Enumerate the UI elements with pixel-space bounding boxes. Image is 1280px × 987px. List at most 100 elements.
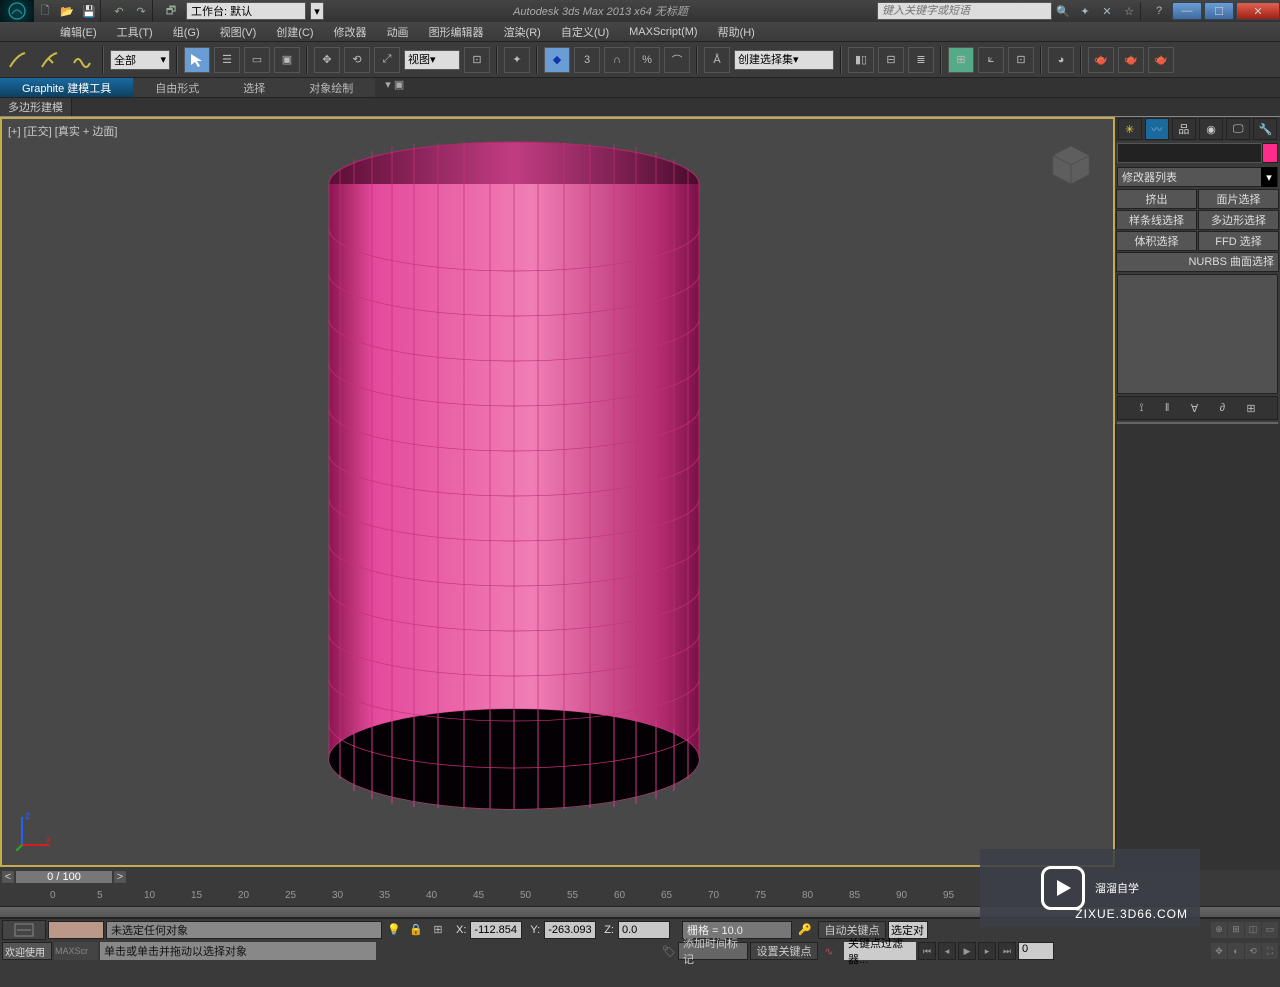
ribbon-tab-paint[interactable]: 对象绘制 — [287, 78, 375, 97]
render-production-icon[interactable]: 🫖 — [1148, 47, 1174, 73]
btn-volume-select[interactable]: 体积选择 — [1116, 231, 1197, 251]
frame-spinner[interactable]: 0 — [1018, 942, 1054, 960]
hierarchy-tab-icon[interactable]: 品 — [1172, 118, 1196, 140]
menu-views[interactable]: 视图(V) — [210, 22, 267, 42]
goto-start-icon[interactable]: ⏮ — [918, 942, 936, 960]
btn-nurbs-select[interactable]: NURBS 曲面选择 — [1116, 252, 1279, 272]
material-editor-icon[interactable]: ◕ — [1048, 47, 1074, 73]
btn-poly-select[interactable]: 多边形选择 — [1198, 210, 1279, 230]
menu-render[interactable]: 渲染(R) — [494, 22, 551, 42]
manage-layers-icon[interactable]: ⊞ — [948, 47, 974, 73]
lock-icon[interactable]: 🔒 — [406, 921, 426, 939]
nav-region-icon[interactable]: ▭ — [1262, 922, 1278, 938]
btn-extrude[interactable]: 挤出 — [1116, 189, 1197, 209]
configure-sets-icon[interactable]: ⊞ — [1246, 402, 1255, 415]
btn-spline-select[interactable]: 样条线选择 — [1116, 210, 1197, 230]
ref-coord-combo[interactable]: 视图▾ — [404, 50, 460, 70]
tag-icon[interactable]: 🏷 — [662, 942, 676, 960]
utilities-tab-icon[interactable]: 🔧 — [1253, 118, 1277, 140]
workspace-selector[interactable]: 工作台: 默认 — [186, 2, 306, 20]
nav-walk-icon[interactable]: ◐ — [1228, 943, 1244, 959]
menu-group[interactable]: 组(G) — [163, 22, 210, 42]
z-spinner[interactable]: 0.0 — [618, 921, 670, 939]
align-icon[interactable]: ⊟ — [878, 47, 904, 73]
y-spinner[interactable]: -263.093 — [544, 921, 596, 939]
nav-pan-icon[interactable]: ✥ — [1211, 943, 1227, 959]
ribbon-panel-polymodeling[interactable]: 多边形建模 — [0, 98, 72, 116]
nav-zoom-icon[interactable]: ⊕ — [1211, 922, 1227, 938]
menu-help[interactable]: 帮助(H) — [708, 22, 765, 42]
display-tab-icon[interactable]: 🖵 — [1226, 118, 1250, 140]
render-frame-icon[interactable]: 🫖 — [1118, 47, 1144, 73]
nav-maximize-icon[interactable]: ⛶ — [1262, 943, 1278, 959]
ribbon-expand-icon[interactable]: ▾ ▣ — [379, 78, 410, 97]
time-next-icon[interactable]: > — [114, 871, 126, 883]
help-icon[interactable]: ? — [1148, 0, 1170, 22]
bind-space-warp-icon[interactable] — [68, 46, 96, 74]
rotate-icon[interactable]: ⟲ — [344, 47, 370, 73]
maxscript-label[interactable]: MAXScr — [54, 942, 98, 960]
selection-filter-combo[interactable]: 全部▾ — [110, 50, 170, 70]
lock-selection-icon[interactable]: 💡 — [384, 921, 404, 939]
time-slider-thumb[interactable]: 0 / 100 — [16, 871, 112, 883]
curve-editor-icon[interactable]: ⟀ — [978, 47, 1004, 73]
spinner-snap-icon[interactable]: % — [634, 47, 660, 73]
keyfilter-icon[interactable]: ∿ — [820, 942, 838, 960]
object-name-field[interactable] — [1117, 143, 1262, 163]
menu-tools[interactable]: 工具(T) — [107, 22, 163, 42]
viewport-label[interactable]: [+] [正交] [真实 + 边面] — [8, 123, 117, 139]
new-icon[interactable]: 🗋 — [34, 0, 56, 22]
menu-modifiers[interactable]: 修改器 — [324, 22, 377, 42]
select-link-icon[interactable] — [4, 46, 32, 74]
percent-snap-icon[interactable]: ∩ — [604, 47, 630, 73]
ribbon-tab-freeform[interactable]: 自由形式 — [133, 78, 221, 97]
btn-face-select[interactable]: 面片选择 — [1198, 189, 1279, 209]
select-by-name-icon[interactable]: ☰ — [214, 47, 240, 73]
unlink-icon[interactable] — [36, 46, 64, 74]
absolute-transform-icon[interactable]: ⊞ — [428, 921, 448, 939]
create-tab-icon[interactable]: ✳ — [1118, 118, 1142, 140]
redo-icon[interactable]: ↷ — [130, 0, 152, 22]
pin-stack-icon[interactable]: ⟟ — [1139, 402, 1143, 415]
select-region-rect-icon[interactable]: ▭ — [244, 47, 270, 73]
maximize-button[interactable]: ☐ — [1204, 2, 1234, 20]
menu-edit[interactable]: 编辑(E) — [50, 22, 107, 42]
move-icon[interactable]: ✥ — [314, 47, 340, 73]
manipulate-icon[interactable]: ✦ — [504, 47, 530, 73]
btn-ffd-select[interactable]: FFD 选择 — [1198, 231, 1279, 251]
menu-graph-editors[interactable]: 图形编辑器 — [419, 22, 494, 42]
snap-toggle-icon[interactable]: ◆ — [544, 47, 570, 73]
mirror-icon[interactable]: ▮▯ — [848, 47, 874, 73]
nav-fov-icon[interactable]: ◫ — [1245, 922, 1261, 938]
rollout-area[interactable] — [1115, 424, 1280, 870]
motion-tab-icon[interactable]: ◉ — [1199, 118, 1223, 140]
pivot-center-icon[interactable]: ⊡ — [464, 47, 490, 73]
layers-icon[interactable]: ≣ — [908, 47, 934, 73]
show-end-result-icon[interactable]: ‖ — [1165, 402, 1170, 414]
save-icon[interactable]: 💾 — [78, 0, 100, 22]
time-tag-combo[interactable]: 添加时间标记 — [678, 942, 748, 960]
nav-zoomall-icon[interactable]: ⊞ — [1228, 922, 1244, 938]
render-setup-icon[interactable]: 🫖 — [1088, 47, 1114, 73]
keymode-icon[interactable]: 🔑 — [794, 920, 816, 940]
x-spinner[interactable]: -112.854 — [470, 921, 522, 939]
ribbon-tab-selection[interactable]: 选择 — [221, 78, 287, 97]
menu-create[interactable]: 创建(C) — [266, 22, 323, 42]
undo-icon[interactable]: ↶ — [108, 0, 130, 22]
close-button[interactable]: ✕ — [1236, 2, 1280, 20]
make-unique-icon[interactable]: ∀ — [1191, 402, 1199, 415]
prev-frame-icon[interactable]: ◂ — [938, 942, 956, 960]
exchange-icon[interactable]: ✕ — [1096, 0, 1118, 22]
menu-customize[interactable]: 自定义(U) — [551, 22, 619, 42]
object-color-swatch[interactable] — [1262, 143, 1278, 163]
keyfilter-combo[interactable]: 关键点过滤器... — [844, 942, 916, 960]
nav-orbit-icon[interactable]: ⟲ — [1245, 943, 1261, 959]
setkey-button[interactable]: 设置关键点 — [750, 942, 818, 960]
window-crossing-icon[interactable]: ▣ — [274, 47, 300, 73]
play-icon[interactable]: ▶ — [958, 942, 976, 960]
schematic-view-icon[interactable]: ⊡ — [1008, 47, 1034, 73]
link-icon[interactable]: 🗗 — [160, 0, 182, 22]
help-search-input[interactable] — [877, 2, 1052, 20]
menu-animation[interactable]: 动画 — [377, 22, 419, 42]
workspace-dropdown-icon[interactable]: ▾ — [310, 2, 324, 20]
